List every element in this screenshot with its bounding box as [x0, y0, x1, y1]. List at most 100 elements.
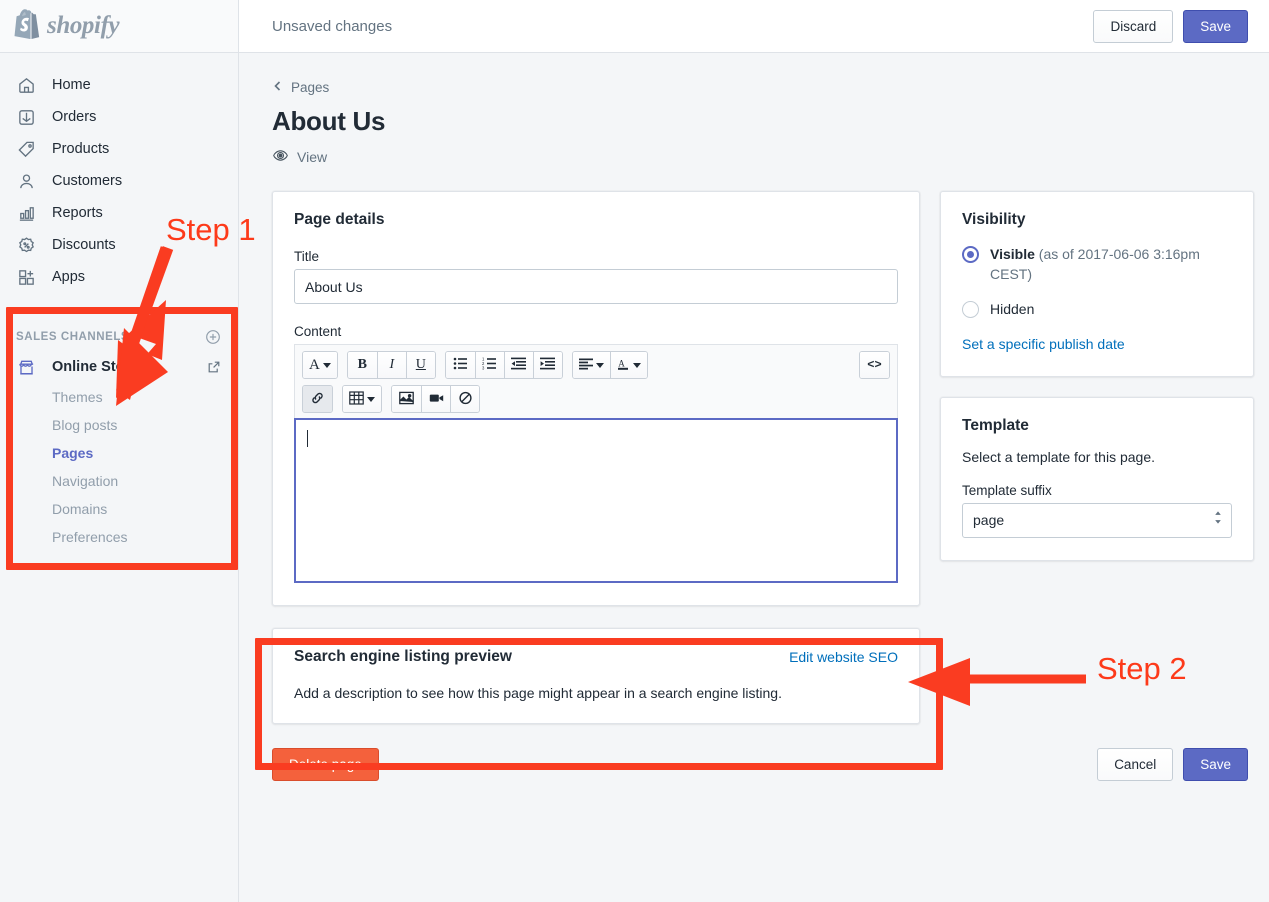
sub-item-label: Domains: [52, 501, 107, 517]
sub-item-label: Preferences: [52, 529, 127, 545]
text-color-dropdown[interactable]: A: [610, 352, 647, 378]
eye-icon: [272, 147, 289, 167]
seo-card: Search engine listing preview Edit websi…: [272, 628, 920, 724]
plus-circle-icon[interactable]: [204, 328, 222, 346]
text-align-dropdown[interactable]: [573, 352, 610, 378]
underline-icon: U: [416, 357, 426, 373]
sidebar-item-reports[interactable]: Reports: [0, 197, 238, 229]
breadcrumb-label: Pages: [291, 80, 329, 95]
sidebar-item-discounts[interactable]: Discounts: [0, 229, 238, 261]
seo-card-title: Search engine listing preview: [294, 648, 512, 666]
visibility-card: Visibility Visible (as of 2017-06-06 3:1…: [940, 191, 1254, 377]
radio-visible[interactable]: [962, 246, 979, 263]
top-bar: Unsaved changes Discard Save: [239, 0, 1269, 53]
bar-chart-icon: [16, 203, 36, 223]
person-icon: [16, 171, 36, 191]
sales-channels-section: SALES CHANNELS Online Store: [0, 323, 238, 551]
online-store-label: Online Store: [52, 359, 190, 375]
sidebar-item-orders[interactable]: Orders: [0, 101, 238, 133]
page-details-title: Page details: [294, 211, 898, 229]
content-field-label: Content: [294, 324, 898, 339]
video-camera-icon: [429, 391, 444, 408]
link-chain-icon: [310, 391, 325, 408]
title-input[interactable]: [294, 269, 898, 304]
sidebar-item-products[interactable]: Products: [0, 133, 238, 165]
sidebar-item-home[interactable]: Home: [0, 69, 238, 101]
visibility-option-hidden[interactable]: Hidden: [962, 300, 1232, 320]
align-icon: [579, 358, 593, 373]
insert-image-button[interactable]: [392, 386, 421, 412]
sidebar-item-apps[interactable]: Apps: [0, 261, 238, 293]
insert-link-button[interactable]: [303, 386, 332, 412]
outdent-button[interactable]: [504, 352, 533, 378]
font-size-dropdown[interactable]: A: [303, 352, 337, 378]
sidebar-item-domains[interactable]: Domains: [0, 495, 238, 523]
right-column: Visibility Visible (as of 2017-06-06 3:1…: [940, 191, 1254, 561]
breadcrumb[interactable]: Pages: [272, 80, 329, 95]
view-page-link[interactable]: View: [272, 147, 327, 167]
bold-button[interactable]: B: [348, 352, 377, 378]
set-publish-date-link[interactable]: Set a specific publish date: [962, 336, 1125, 352]
view-label: View: [297, 149, 327, 165]
chevron-down-icon: [596, 363, 604, 368]
sidebar-item-themes[interactable]: Themes: [0, 383, 238, 411]
external-link-icon[interactable]: [206, 359, 222, 375]
numbered-list-button[interactable]: 1 2 3: [475, 352, 504, 378]
svg-text:3: 3: [482, 366, 485, 370]
underline-button[interactable]: U: [406, 352, 435, 378]
sidebar: shopify Home: [0, 0, 239, 902]
clear-formatting-button[interactable]: [450, 386, 479, 412]
bulleted-list-button[interactable]: [446, 352, 475, 378]
no-formatting-icon: [458, 391, 473, 408]
seo-description: Add a description to see how this page m…: [294, 685, 898, 701]
text-style-group: B I U: [347, 351, 436, 379]
save-button-bottom[interactable]: Save: [1183, 748, 1248, 781]
cancel-button[interactable]: Cancel: [1097, 748, 1173, 781]
chevron-down-icon: [323, 363, 331, 368]
discard-button[interactable]: Discard: [1093, 10, 1173, 43]
sidebar-item-blog-posts[interactable]: Blog posts: [0, 411, 238, 439]
editor-toolbar-row-2: [302, 385, 890, 413]
shopify-logo[interactable]: shopify: [0, 0, 238, 53]
template-suffix-label: Template suffix: [962, 483, 1232, 498]
sidebar-item-label: Reports: [52, 205, 103, 221]
sidebar-item-online-store[interactable]: Online Store: [0, 351, 238, 383]
show-html-button[interactable]: <>: [860, 352, 889, 378]
save-button-top[interactable]: Save: [1183, 10, 1248, 43]
sidebar-item-preferences[interactable]: Preferences: [0, 523, 238, 551]
visibility-title: Visibility: [962, 211, 1232, 229]
sidebar-item-navigation[interactable]: Navigation: [0, 467, 238, 495]
font-size-A-icon: A: [309, 357, 320, 374]
page-header: Pages About Us View: [239, 53, 1269, 169]
content-editor[interactable]: [294, 418, 898, 583]
footer-actions: Delete page Cancel Save: [239, 724, 1269, 781]
template-suffix-value: page: [973, 512, 1004, 528]
tag-icon: [16, 139, 36, 159]
italic-button[interactable]: I: [377, 352, 406, 378]
sidebar-item-label: Orders: [52, 109, 96, 125]
numbered-list-icon: 1 2 3: [482, 357, 497, 373]
template-description: Select a template for this page.: [962, 449, 1232, 465]
apps-grid-plus-icon: [16, 267, 36, 287]
sidebar-item-pages[interactable]: Pages: [0, 439, 238, 467]
text-color-A-icon: A: [617, 357, 630, 374]
seo-section: Search engine listing preview Edit websi…: [239, 606, 1269, 724]
visibility-option-visible[interactable]: Visible (as of 2017-06-06 3:16pm CEST): [962, 245, 1232, 284]
sidebar-item-label: Products: [52, 141, 109, 157]
chevron-left-icon: [272, 80, 284, 95]
radio-hidden[interactable]: [962, 301, 979, 318]
visible-text: Visible: [990, 246, 1035, 262]
primary-nav: Home Orders: [0, 53, 238, 293]
edit-website-seo-link[interactable]: Edit website SEO: [789, 649, 898, 665]
indent-button[interactable]: [533, 352, 562, 378]
template-card: Template Select a template for this page…: [940, 397, 1254, 561]
align-color-group: A: [572, 351, 648, 379]
insert-video-button[interactable]: [421, 386, 450, 412]
sidebar-item-customers[interactable]: Customers: [0, 165, 238, 197]
insert-table-dropdown[interactable]: [343, 386, 381, 412]
storefront-icon: [16, 357, 36, 377]
app-root: shopify Home: [0, 0, 1269, 902]
template-suffix-select[interactable]: page: [962, 503, 1232, 538]
chevron-down-icon: [633, 363, 641, 368]
delete-page-button[interactable]: Delete page: [272, 748, 379, 781]
